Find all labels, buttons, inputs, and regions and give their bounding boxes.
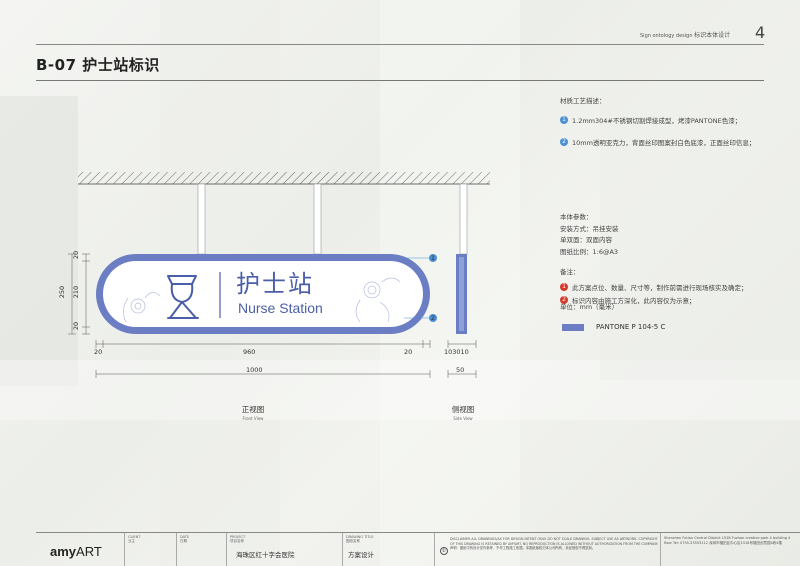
unit-note: 单位：mm（毫米） [560, 303, 619, 311]
sign-text-en: Nurse Station [238, 300, 323, 316]
number-badge: 2 [560, 138, 568, 146]
hanging-rod [459, 183, 468, 255]
dim-label: 20 [404, 348, 413, 356]
date-label: DATE 日期 [180, 535, 190, 543]
params-heading: 本体参数： [560, 213, 593, 221]
color-swatch [562, 323, 584, 331]
materials-item: 2 10mm透明亚克力，背面丝印图案封白色底漆，正面丝印信息； [560, 137, 755, 147]
front-view-caption: 正视图 Front View [241, 405, 265, 421]
drawing-value: 方案设计 [348, 551, 374, 559]
remarks-item: 1 此方案点位、数量、尺寸等，制作前需进行现场核实及确定； [560, 282, 748, 292]
hanging-rod [197, 183, 206, 255]
params-faces: 单双面：双面内容 [560, 236, 612, 244]
project-label: PROJECT 项目名称 [230, 535, 246, 543]
color-swatch-label: PANTONE P 104-5 C [596, 323, 666, 331]
params-install: 安装方式：吊挂安装 [560, 224, 619, 233]
sign-text-cn: 护士站 [236, 270, 314, 298]
materials-notes: 材质工艺描述： 1 1.2mm304#不锈钢切割焊接成型，烤漆PANTONE色漆… [560, 95, 755, 159]
ceiling-hatch [78, 172, 490, 184]
dim-label: 50 [456, 366, 465, 374]
remarks-heading: 备注： [560, 268, 580, 276]
side-face [459, 257, 464, 331]
side-view-caption: 侧视图 Side View [451, 405, 475, 421]
number-badge: 1 [560, 116, 568, 124]
company-logo: amyART [50, 544, 102, 559]
dim-label: 20 [72, 250, 81, 260]
dim-label: 250 [58, 285, 67, 299]
parameters: 本体参数： 安装方式：吊挂安装 单双面：双面内容 图纸比例：1:6@A3 [560, 212, 619, 258]
client-label: CLIENT 业主 [128, 535, 141, 543]
number-badge: 1 [560, 283, 568, 291]
drawing-label: DRAWING TITLE 图纸名称 [346, 535, 374, 543]
company-address: Shenzhen Futian Central District 1518 Fu… [664, 536, 791, 545]
dim-label: 1000 [246, 366, 263, 374]
color-swatch-row: PANTONE P 104-5 C [562, 323, 665, 331]
dim-label: 20 [94, 348, 103, 356]
materials-item: 1 1.2mm304#不锈钢切割焊接成型，烤漆PANTONE色漆； [560, 115, 755, 125]
dim-label: 20 [72, 321, 81, 331]
project-value: 海珠区红十字会医院 [236, 551, 295, 559]
callout-marker: 1 [429, 254, 437, 262]
disclaimer: DISCLAIMER ALL DRAWINGS/AS FOR DESIGN IN… [450, 537, 659, 550]
copyright-stamp-icon: © [440, 547, 448, 555]
title-block: amyART CLIENT 业主 DATE 日期 PROJECT 项目名称 海珠区红十… [36, 532, 800, 566]
dim-label: 103010 [444, 348, 469, 356]
callout-marker: 2 [429, 314, 437, 322]
dim-label: 960 [243, 348, 256, 356]
dim-label: 210 [72, 285, 81, 299]
hanging-rod [313, 183, 322, 255]
materials-heading: 材质工艺描述： [560, 97, 606, 105]
params-scale: 图纸比例：1:6@A3 [560, 247, 619, 256]
